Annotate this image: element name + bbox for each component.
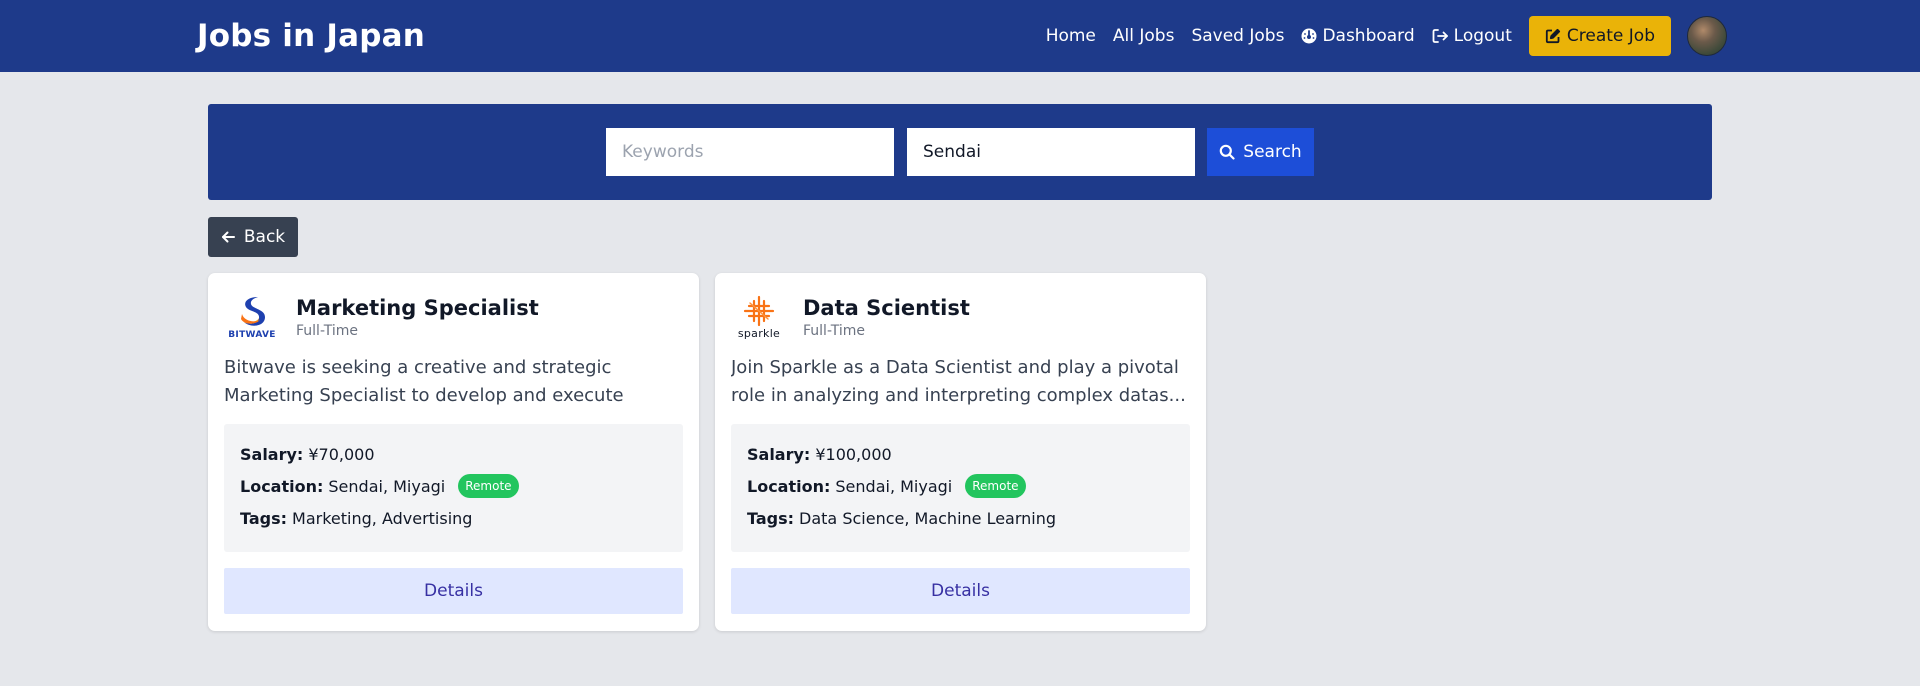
job-title: Marketing Specialist (296, 295, 539, 320)
job-salary-row: Salary: ¥100,000 (747, 438, 1174, 470)
arrow-left-icon (221, 231, 235, 243)
keywords-input[interactable] (606, 128, 894, 176)
job-info-box: Salary: ¥100,000 Location: Sendai, Miyag… (731, 424, 1190, 552)
gauge-icon (1301, 28, 1317, 44)
brand-title[interactable]: Jobs in Japan (192, 18, 425, 54)
sparkle-logo-icon (743, 295, 775, 326)
location-value: Sendai, Miyagi (835, 476, 953, 496)
remote-badge: Remote (965, 474, 1026, 498)
job-tags-row: Tags: Marketing, Advertising (240, 502, 667, 534)
company-logo-name: BITWAVE (228, 330, 276, 340)
company-logo-bitwave: BITWAVE (224, 289, 280, 345)
create-job-label: Create Job (1566, 26, 1655, 46)
company-logo-name: sparkle (737, 326, 781, 340)
job-list: BITWAVE Marketing Specialist Full-Time B… (208, 273, 1712, 631)
nav-saved-jobs-label: Saved Jobs (1191, 26, 1285, 46)
nav-links: Home All Jobs Saved Jobs Dashboard Logou… (1029, 16, 1728, 56)
tags-label: Tags: (747, 508, 795, 528)
job-heading: Marketing Specialist Full-Time (296, 296, 539, 339)
location-input[interactable] (907, 128, 1195, 176)
job-title: Data Scientist (803, 295, 970, 320)
location-label: Location: (747, 476, 831, 496)
job-heading: Data Scientist Full-Time (803, 296, 970, 339)
nav-home-label: Home (1045, 26, 1096, 46)
tags-value: Marketing, Advertising (292, 508, 473, 528)
job-info-box: Salary: ¥70,000 Location: Sendai, Miyagi… (224, 424, 683, 552)
nav-all-jobs-label: All Jobs (1112, 26, 1175, 46)
remote-badge: Remote (458, 474, 519, 498)
job-location-row: Location: Sendai, Miyagi Remote (240, 470, 667, 502)
nav-dashboard-link[interactable]: Dashboard (1301, 26, 1415, 46)
create-job-button[interactable]: Create Job (1528, 16, 1671, 56)
job-card-header: sparkle Data Scientist Full-Time (731, 289, 1190, 345)
job-card-header: BITWAVE Marketing Specialist Full-Time (224, 289, 683, 345)
job-description: Bitwave is seeking a creative and strate… (224, 357, 624, 406)
nav-home-link[interactable]: Home (1046, 26, 1096, 46)
company-logo-sparkle: sparkle (731, 289, 787, 345)
navbar: Jobs in Japan Home All Jobs Saved Jobs D… (0, 0, 1920, 72)
navbar-inner: Jobs in Japan Home All Jobs Saved Jobs D… (192, 0, 1728, 72)
job-tags-row: Tags: Data Science, Machine Learning (747, 502, 1174, 534)
tags-value: Data Science, Machine Learning (799, 508, 1057, 528)
search-panel: Search (208, 104, 1712, 200)
job-card: sparkle Data Scientist Full-Time Join Sp… (715, 273, 1206, 631)
nav-dashboard-label: Dashboard (1322, 26, 1415, 46)
edit-icon (1545, 28, 1560, 44)
job-location-row: Location: Sendai, Miyagi Remote (747, 470, 1174, 502)
job-description: Join Sparkle as a Data Scientist and pla… (731, 357, 1186, 406)
bitwave-logo-icon (241, 297, 265, 326)
main-content: Search Back BITWAVE Marketing Specialist… (208, 104, 1712, 631)
salary-label: Salary: (240, 444, 304, 464)
search-button[interactable]: Search (1207, 128, 1314, 176)
job-card: BITWAVE Marketing Specialist Full-Time B… (208, 273, 699, 631)
salary-value: ¥70,000 (308, 444, 375, 464)
location-value: Sendai, Miyagi (328, 476, 446, 496)
nav-all-jobs-link[interactable]: All Jobs (1113, 26, 1175, 46)
details-button[interactable]: Details (224, 568, 683, 614)
location-label: Location: (240, 476, 324, 496)
salary-label: Salary: (747, 444, 811, 464)
search-button-label: Search (1243, 142, 1302, 162)
back-button-label: Back (243, 227, 286, 247)
nav-logout-link[interactable]: Logout (1432, 26, 1512, 46)
details-button[interactable]: Details (731, 568, 1190, 614)
nav-logout-label: Logout (1453, 26, 1512, 46)
user-avatar[interactable] (1687, 16, 1727, 56)
job-salary-row: Salary: ¥70,000 (240, 438, 667, 470)
nav-saved-jobs-link[interactable]: Saved Jobs (1191, 26, 1284, 46)
search-icon (1219, 144, 1235, 160)
logout-icon (1432, 29, 1448, 43)
tags-label: Tags: (240, 508, 288, 528)
salary-value: ¥100,000 (815, 444, 892, 464)
job-type: Full-Time (803, 322, 865, 339)
back-button[interactable]: Back (208, 217, 298, 257)
job-type: Full-Time (296, 322, 358, 339)
